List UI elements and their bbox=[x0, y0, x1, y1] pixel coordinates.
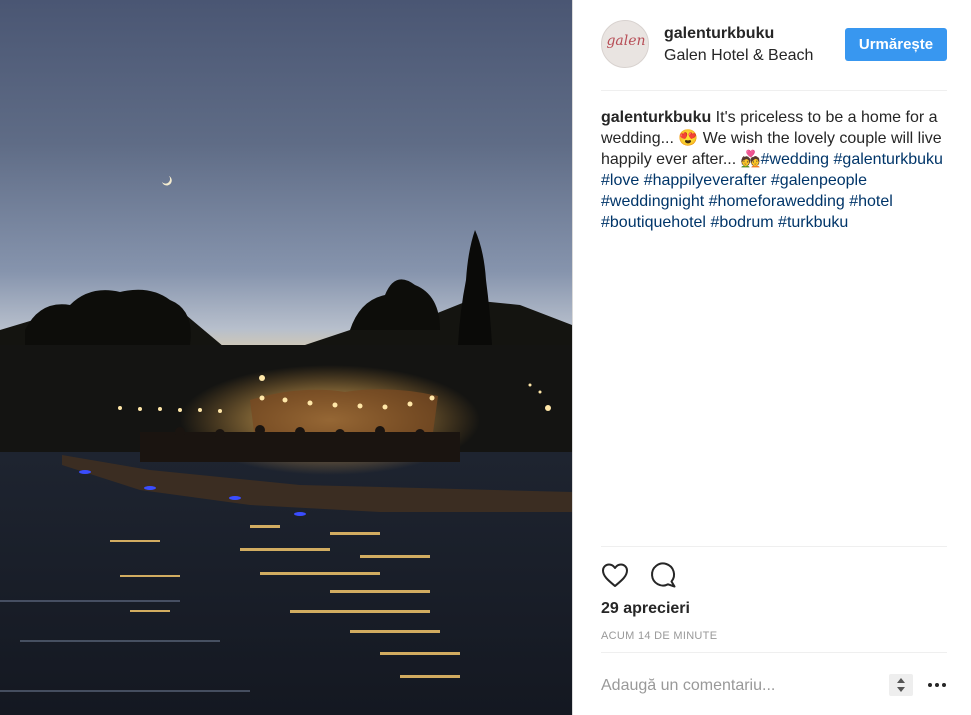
hashtag-link[interactable]: #galenturkbuku bbox=[834, 151, 943, 168]
up-down-arrows-icon bbox=[897, 678, 905, 692]
heart-eyes-emoji: 😍 bbox=[678, 130, 699, 147]
hashtag-link[interactable]: #bodrum bbox=[710, 214, 773, 231]
heart-outline-icon bbox=[602, 563, 628, 587]
hashtag-link[interactable]: #galenpeople bbox=[771, 172, 867, 189]
post-side-panel: galen galenturkbuku Galen Hotel & Beach … bbox=[573, 0, 971, 715]
like-button[interactable] bbox=[599, 559, 631, 591]
instagram-post: galen galenturkbuku Galen Hotel & Beach … bbox=[0, 0, 971, 715]
hashtag-link[interactable]: #turkbuku bbox=[778, 214, 848, 231]
hashtag-link[interactable]: #hotel bbox=[849, 193, 893, 210]
post-caption: galenturkbuku It's priceless to be a hom… bbox=[601, 107, 951, 233]
resize-handle[interactable] bbox=[889, 674, 913, 696]
hashtag-link[interactable]: #happilyeverafter bbox=[644, 172, 767, 189]
ellipsis-icon bbox=[928, 683, 946, 687]
comment-input[interactable] bbox=[601, 674, 851, 698]
caption-username[interactable]: galenturkbuku bbox=[601, 109, 711, 126]
post-photo[interactable] bbox=[0, 0, 572, 715]
header-username[interactable]: galenturkbuku bbox=[664, 25, 774, 43]
header-divider bbox=[601, 90, 947, 91]
speech-bubble-icon bbox=[651, 562, 676, 588]
follow-button[interactable]: Urmărește bbox=[845, 28, 947, 61]
couple-emoji: 💑 bbox=[740, 151, 761, 168]
hashtag-link[interactable]: #weddingnight bbox=[601, 193, 704, 210]
comment-divider bbox=[601, 652, 947, 653]
hashtag-link[interactable]: #boutiquehotel bbox=[601, 214, 706, 231]
hashtag-link[interactable]: #homeforawedding bbox=[709, 193, 845, 210]
hashtag-link[interactable]: #love bbox=[601, 172, 639, 189]
header-location[interactable]: Galen Hotel & Beach bbox=[664, 47, 813, 65]
hashtag-link[interactable]: #wedding bbox=[761, 151, 830, 168]
more-options-button[interactable] bbox=[925, 676, 949, 694]
moon-shape bbox=[162, 176, 172, 186]
likes-count[interactable]: 29 aprecieri bbox=[601, 600, 690, 618]
avatar-logo: galen bbox=[606, 33, 646, 49]
comment-button[interactable] bbox=[647, 559, 679, 591]
avatar[interactable]: galen bbox=[601, 20, 649, 68]
wedding-dusk-scene bbox=[0, 176, 572, 715]
actions-divider bbox=[601, 546, 947, 547]
post-timestamp[interactable]: ACUM 14 DE MINUTE bbox=[601, 630, 717, 642]
